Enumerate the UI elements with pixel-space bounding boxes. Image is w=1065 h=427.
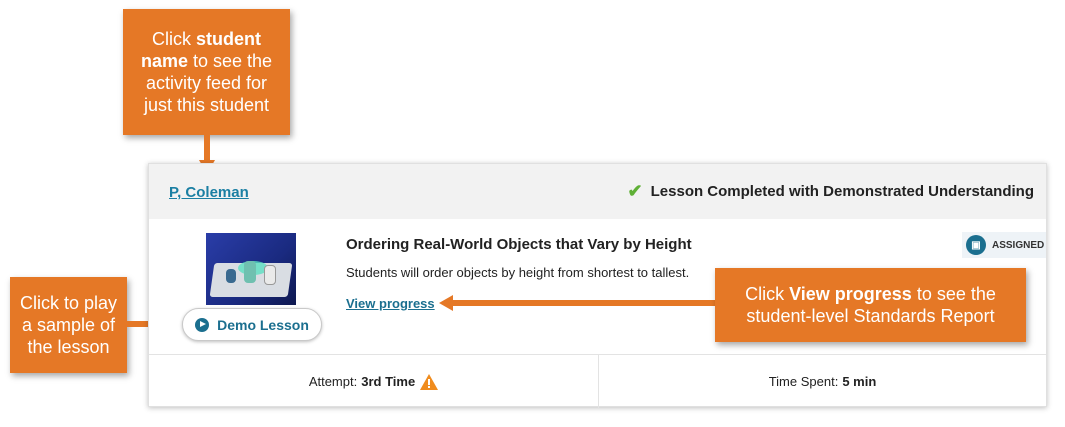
callout-text: Click: [745, 284, 790, 304]
warning-icon: [420, 373, 439, 390]
play-icon: [195, 317, 210, 332]
lesson-title: Ordering Real-World Objects that Vary by…: [346, 236, 692, 253]
student-name-link[interactable]: P, Coleman: [169, 184, 249, 201]
card-header: P, Coleman ✔ Lesson Completed with Demon…: [149, 164, 1046, 219]
attempt-cell: Attempt: 3rd Time: [149, 355, 598, 408]
badge-label: ASSIGNED: [992, 239, 1045, 251]
callout-demo-lesson: Click to play a sample of the lesson: [10, 277, 127, 373]
demo-lesson-label: Demo Lesson: [217, 316, 309, 333]
time-value: 5 min: [842, 374, 877, 389]
card-footer: Attempt: 3rd Time Time Spent: 5 min: [149, 354, 1046, 408]
callout-student-name: Click student name to see the activity f…: [123, 9, 290, 135]
arrow-left: [452, 300, 716, 306]
callout-bold-text: View progress: [789, 284, 912, 304]
callout-view-progress: Click View progress to see the student-l…: [715, 268, 1026, 342]
view-progress-link[interactable]: View progress: [346, 296, 435, 311]
arrow-left-head: [439, 295, 453, 311]
clipboard-icon: ▣: [966, 235, 986, 255]
time-label: Time Spent:: [768, 374, 839, 389]
arrow-down: [204, 135, 210, 162]
status-text: Lesson Completed with Demonstrated Under…: [650, 183, 1034, 200]
status-indicator: ✔ Lesson Completed with Demonstrated Und…: [627, 181, 1034, 201]
check-icon: ✔: [627, 181, 643, 201]
callout-text: Click: [152, 29, 196, 49]
demo-lesson-button[interactable]: Demo Lesson: [182, 308, 322, 341]
lesson-thumbnail: [206, 233, 296, 305]
lesson-description: Students will order objects by height fr…: [346, 265, 690, 280]
callout-text: Click to play a sample of the lesson: [19, 293, 118, 357]
attempt-label: Attempt:: [308, 374, 358, 389]
assigned-badge: ▣ ASSIGNED: [962, 232, 1046, 258]
time-spent-cell: Time Spent: 5 min: [599, 355, 1046, 408]
attempt-value: 3rd Time: [361, 374, 416, 389]
